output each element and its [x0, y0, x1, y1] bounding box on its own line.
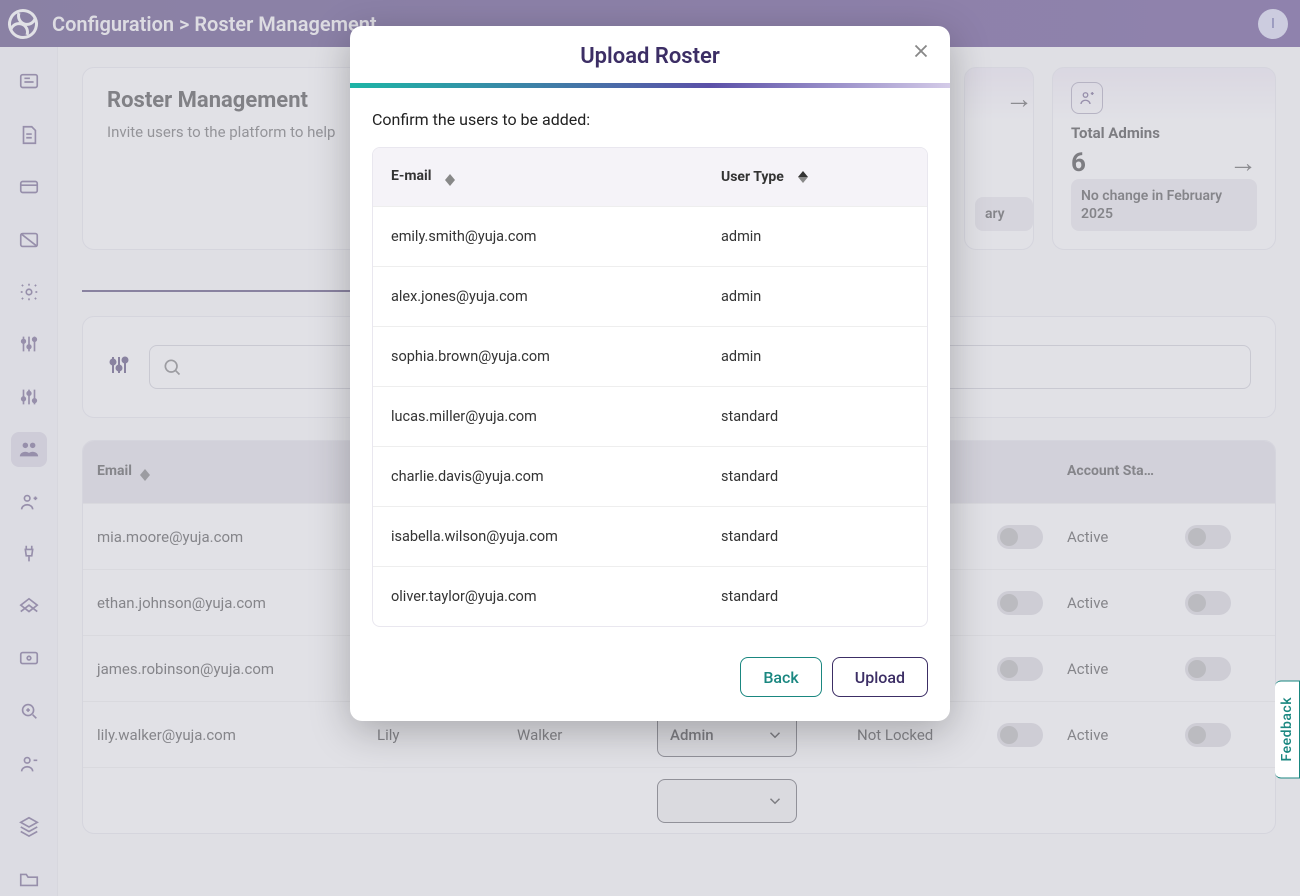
ucell-email: lucas.miller@yuja.com	[373, 408, 703, 425]
upload-row: isabella.wilson@yuja.comstandard	[373, 506, 927, 566]
ucell-type: admin	[703, 348, 927, 365]
ucell-email: isabella.wilson@yuja.com	[373, 528, 703, 545]
ucell-email: charlie.davis@yuja.com	[373, 468, 703, 485]
ucell-type: admin	[703, 288, 927, 305]
ucell-type: standard	[703, 468, 927, 485]
upload-row: sophia.brown@yuja.comadmin	[373, 326, 927, 386]
upload-button[interactable]: Upload	[832, 657, 928, 697]
ucell-email: sophia.brown@yuja.com	[373, 348, 703, 365]
sort-icon[interactable]	[798, 171, 808, 183]
upload-row: emily.smith@yuja.comadmin	[373, 206, 927, 266]
upload-row: alex.jones@yuja.comadmin	[373, 266, 927, 326]
upload-roster-modal: Upload Roster Confirm the users to be ad…	[350, 26, 950, 721]
ucell-email: emily.smith@yuja.com	[373, 228, 703, 245]
feedback-tab[interactable]: Feedback	[1275, 680, 1300, 778]
ucell-type: admin	[703, 228, 927, 245]
close-button[interactable]	[910, 40, 932, 62]
upload-row: lucas.miller@yuja.comstandard	[373, 386, 927, 446]
upload-row: charlie.davis@yuja.comstandard	[373, 446, 927, 506]
uth-type[interactable]: User Type	[721, 169, 784, 185]
modal-title: Upload Roster	[350, 44, 950, 69]
ucell-type: standard	[703, 528, 927, 545]
sort-icon[interactable]	[445, 174, 455, 186]
upload-table: E-mail User Type emily.smith@yuja.comadm…	[372, 147, 928, 627]
close-icon	[910, 40, 932, 62]
back-button[interactable]: Back	[740, 657, 821, 697]
ucell-email: oliver.taylor@yuja.com	[373, 588, 703, 605]
modal-subtitle: Confirm the users to be added:	[372, 110, 928, 129]
ucell-type: standard	[703, 408, 927, 425]
upload-table-header: E-mail User Type	[373, 148, 927, 206]
ucell-type: standard	[703, 588, 927, 605]
ucell-email: alex.jones@yuja.com	[373, 288, 703, 305]
uth-email[interactable]: E-mail	[391, 168, 431, 184]
upload-row: oliver.taylor@yuja.comstandard	[373, 566, 927, 626]
